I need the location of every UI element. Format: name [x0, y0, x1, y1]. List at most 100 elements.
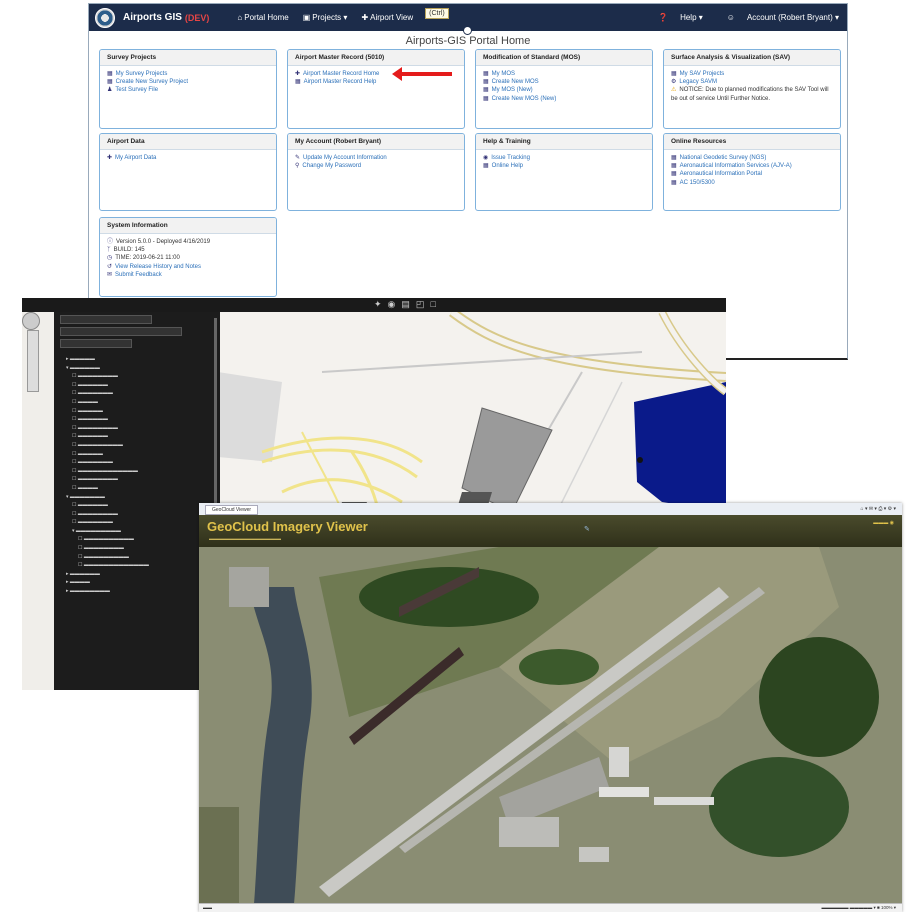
nav-airport-view[interactable]: ✚ Airport View — [361, 13, 413, 22]
layer-tree-row[interactable]: ☐ ▬▬▬▬ — [66, 484, 214, 493]
external-link-icon: ▦ — [671, 171, 677, 178]
nav-airport-view-label: Airport View — [370, 13, 414, 22]
zoom-slider[interactable] — [27, 330, 39, 392]
link-issue-tracking[interactable]: ◉ Issue Tracking — [483, 154, 645, 162]
link-my-sav-projects[interactable]: ▦ My SAV Projects — [671, 70, 833, 78]
link-submit-feedback[interactable]: ✉ Submit Feedback — [107, 271, 269, 279]
layer-tree-row[interactable]: ☐ ▬▬▬▬▬ — [66, 407, 214, 416]
header-tool-icon[interactable]: ✎ — [584, 525, 590, 533]
layer-tree-row[interactable]: ▸ ▬▬▬▬ — [66, 578, 214, 587]
card-title: My Account (Robert Bryant) — [288, 134, 464, 150]
link-label: Airport Master Record Home — [303, 71, 380, 77]
link-ac-150[interactable]: ▦ AC 150/5300 — [671, 179, 833, 187]
card-title: System Information — [100, 218, 276, 234]
layer-tree-row[interactable]: ☐ ▬▬▬▬ — [66, 398, 214, 407]
layer-tree-row[interactable]: ☐ ▬▬▬▬▬▬ — [66, 415, 214, 424]
header-menu[interactable]: ▬▬▬ ◉ — [873, 520, 894, 526]
identify-tool-icon[interactable]: ✦ — [374, 299, 382, 310]
layer-tree-row[interactable]: ☐ ▬▬▬▬▬▬▬▬ — [66, 372, 214, 381]
airplane-icon: ✚ — [361, 13, 369, 22]
link-ngs[interactable]: ▦ National Geodetic Survey (NGS) — [671, 154, 833, 162]
card-title: Surface Analysis & Visualization (SAV) — [664, 50, 840, 66]
layer-search-input[interactable] — [60, 315, 152, 324]
layer-tree-row[interactable]: ☐ ▬▬▬▬▬▬▬ — [66, 518, 214, 527]
link-amr-help[interactable]: ▦ Airport Master Record Help — [295, 78, 457, 86]
nav-portal-home-label: Portal Home — [244, 13, 289, 22]
layer-tree-row[interactable]: ☐ ▬▬▬▬▬▬ — [66, 381, 214, 390]
print-icon[interactable]: □ — [430, 299, 435, 310]
list-icon: ▦ — [483, 87, 489, 94]
layer-tree-row[interactable]: ☐ ▬▬▬▬▬▬▬ — [66, 458, 214, 467]
link-ais[interactable]: ▦ Aeronautical Information Services (AJV-… — [671, 162, 833, 170]
layer-tree-row[interactable]: ▸ ▬▬▬▬▬ — [66, 355, 214, 364]
link-my-mos[interactable]: ▦ My MOS — [483, 70, 645, 78]
layer-tree-row[interactable]: ☐ ▬▬▬▬▬▬▬▬▬ — [66, 553, 214, 562]
link-create-mos[interactable]: ▦ Create New MOS — [483, 78, 645, 86]
layer-tree-row[interactable]: ☐ ▬▬▬▬▬▬▬ — [66, 389, 214, 398]
layer-tree-row[interactable]: ☐ ▬▬▬▬▬▬▬▬▬▬▬▬ — [66, 467, 214, 476]
layers-icon[interactable]: ▤ — [401, 299, 410, 310]
link-my-mos-new[interactable]: ▦ My MOS (New) — [483, 86, 645, 94]
link-release-history[interactable]: ↺ View Release History and Notes — [107, 263, 269, 271]
layer-tree-row[interactable]: ☐ ▬▬▬▬▬▬▬▬▬▬▬▬▬ — [66, 561, 214, 570]
external-link-icon: ▦ — [671, 163, 677, 170]
layer-tree-row[interactable]: ☐ ▬▬▬▬▬▬ — [66, 432, 214, 441]
layer-list-panel: ▸ ▬▬▬▬▬ ▾ ▬▬▬▬▬▬ ☐ ▬▬▬▬▬▬▬▬ ☐ ▬▬▬▬▬▬ ☐ ▬… — [54, 312, 220, 690]
link-label: Update My Account Information — [303, 155, 387, 161]
layer-tree-row[interactable]: ☐ ▬▬▬▬▬▬▬▬▬ — [66, 441, 214, 450]
card-airport-master-record: Airport Master Record (5010) ✚ Airport Ma… — [287, 49, 465, 129]
link-create-survey-project[interactable]: ▦ Create New Survey Project — [107, 78, 269, 86]
geocloud-header: GeoCloud Imagery Viewer ▬▬▬▬▬▬▬▬▬▬▬▬▬▬▬▬… — [199, 515, 902, 547]
geocloud-window: GeoCloud Viewer ⌂ ▾ ✉ ▾ ⎙ ▾ ⚙ ▾ GeoCloud… — [199, 503, 902, 912]
layer-tree-row[interactable]: ▾ ▬▬▬▬▬▬ — [66, 364, 214, 373]
nav-help[interactable]: ❓ Help ▾ — [646, 13, 703, 22]
sysinfo-build: ᛉ BUILD: 145 — [107, 246, 269, 254]
measure-icon[interactable]: ◰ — [416, 299, 425, 310]
layer-tree-row[interactable]: ☐ ▬▬▬▬▬▬▬▬ — [66, 544, 214, 553]
layer-filter-input[interactable] — [60, 327, 182, 336]
card-my-account: My Account (Robert Bryant) ✎ Update My Ac… — [287, 133, 465, 211]
card-mos: Modification of Standard (MOS) ▦ My MOS ▦… — [475, 49, 653, 129]
compass-icon[interactable] — [22, 312, 40, 330]
nav-projects[interactable]: ▣ Projects ▾ — [303, 13, 348, 22]
layer-tree-row[interactable]: ▸ ▬▬▬▬▬▬ — [66, 570, 214, 579]
link-my-airport-data[interactable]: ✚ My Airport Data — [107, 154, 269, 162]
brand[interactable]: Airports GIS (DEV) — [95, 7, 209, 28]
link-my-survey-projects[interactable]: ▦ My Survey Projects — [107, 70, 269, 78]
nav-help-label: Help — [680, 13, 697, 22]
layer-tree-row[interactable]: ☐ ▬▬▬▬▬ — [66, 450, 214, 459]
nav-account[interactable]: ☺ Account (Robert Bryant) ▾ — [715, 13, 839, 22]
nav-portal-home[interactable]: ⌂ Portal Home — [237, 13, 288, 22]
link-label: My Survey Projects — [115, 71, 168, 77]
layer-tree-row[interactable]: ☐ ▬▬▬▬▬▬ — [66, 501, 214, 510]
link-update-account[interactable]: ✎ Update My Account Information — [295, 154, 457, 162]
layer-tree-row[interactable]: ▸ ▬▬▬▬▬▬▬▬ — [66, 587, 214, 596]
link-legacy-savm[interactable]: ⚙ Legacy SAVM — [671, 78, 833, 86]
clock-icon: ◷ — [107, 255, 113, 262]
link-test-survey-file[interactable]: ♟ Test Survey File — [107, 86, 269, 94]
card-title: Survey Projects — [100, 50, 276, 66]
layer-tree-row[interactable]: ▾ ▬▬▬▬▬▬▬ — [66, 493, 214, 502]
key-icon: ⚲ — [295, 163, 300, 170]
aerial-imagery[interactable] — [199, 547, 902, 904]
link-online-help[interactable]: ▦ Online Help — [483, 162, 645, 170]
browser-tab[interactable]: GeoCloud Viewer — [205, 505, 259, 515]
layer-selector[interactable] — [60, 339, 132, 348]
card-help-training: Help & Training ◉ Issue Tracking ▦ Online … — [475, 133, 653, 211]
link-label: Aeronautical Information Services (AJV-A… — [679, 163, 792, 170]
notice-text: NOTICE: Due to planned modifications the… — [671, 87, 829, 102]
folder-icon: ▣ — [302, 13, 311, 22]
layer-tree-row[interactable]: ☐ ▬▬▬▬▬▬▬▬ — [66, 510, 214, 519]
external-link-icon: ▦ — [671, 155, 677, 161]
globe-icon[interactable]: ◉ — [388, 299, 396, 310]
layer-tree-row[interactable]: ☐ ▬▬▬▬▬▬▬▬▬▬ — [66, 535, 214, 544]
layer-tree-row[interactable]: ▾ ▬▬▬▬▬▬▬▬▬ — [66, 527, 214, 536]
link-aip[interactable]: ▦ Aeronautical Information Portal — [671, 170, 833, 178]
card-airport-data: Airport Data ✚ My Airport Data — [99, 133, 277, 211]
external-link-icon: ▦ — [671, 179, 677, 186]
layer-tree-row[interactable]: ☐ ▬▬▬▬▬▬▬▬ — [66, 475, 214, 484]
link-create-mos-new[interactable]: ▦ Create New MOS (New) — [483, 95, 645, 103]
link-change-password[interactable]: ⚲ Change My Password — [295, 162, 457, 170]
info-icon: ⓘ — [107, 239, 114, 245]
layer-tree-row[interactable]: ☐ ▬▬▬▬▬▬▬▬ — [66, 424, 214, 433]
